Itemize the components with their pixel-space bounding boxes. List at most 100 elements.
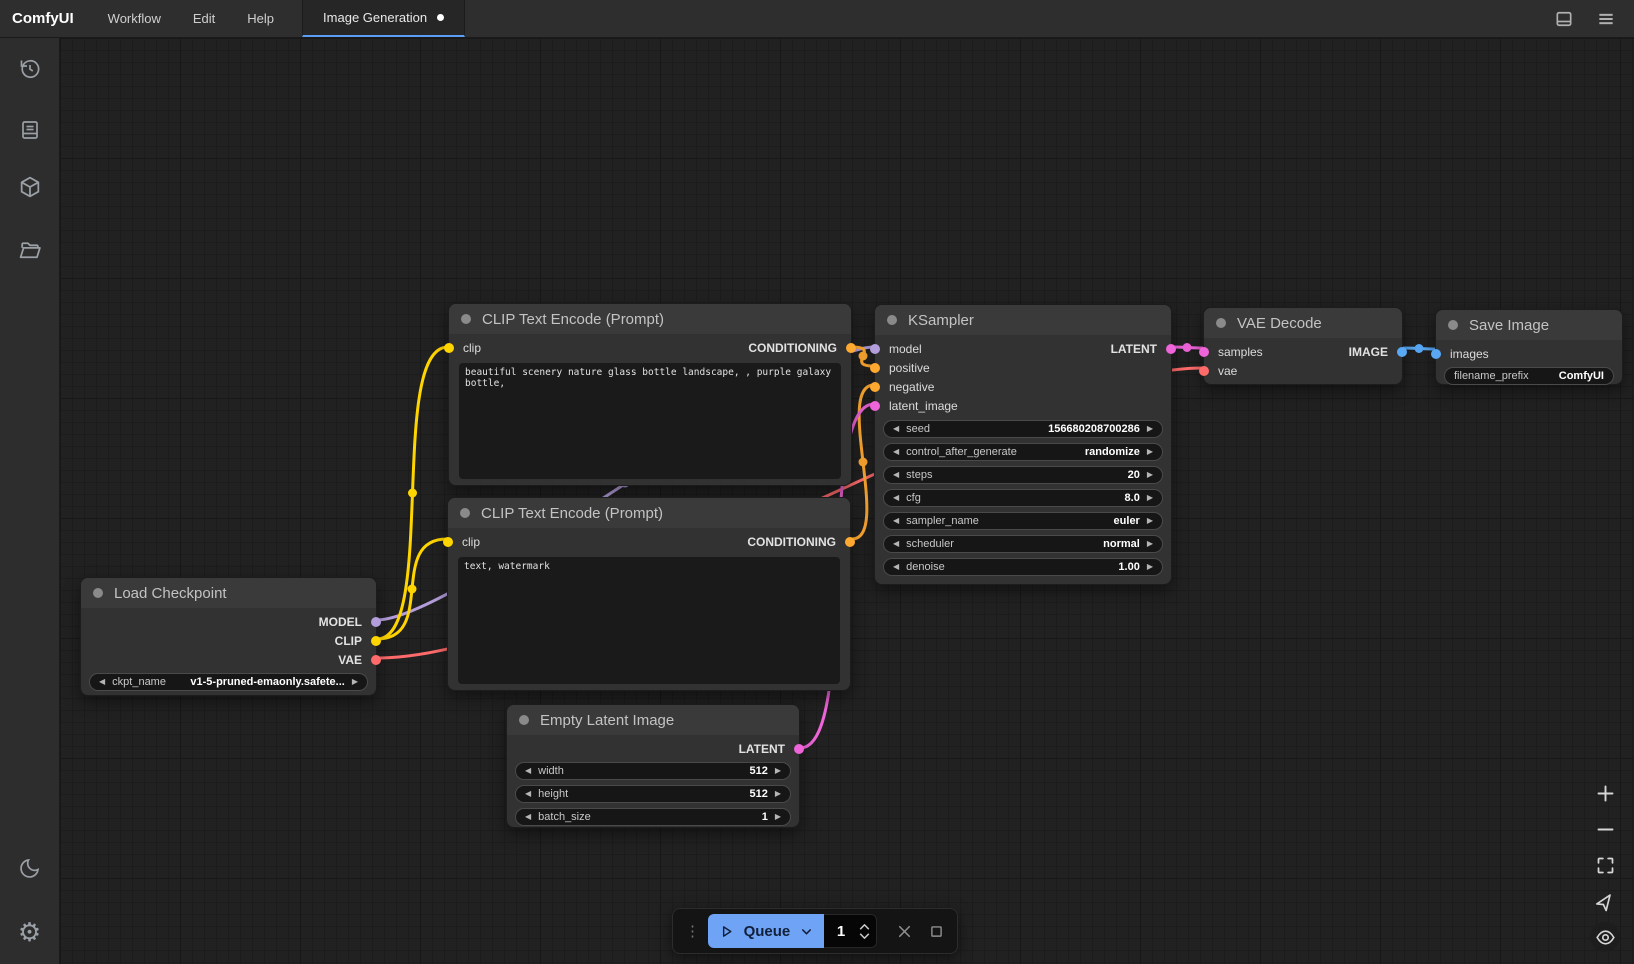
ckpt-name-widget[interactable]: ◀ ckpt_name v1-5-pruned-emaonly.safete..… bbox=[89, 673, 368, 691]
increment-arrow-icon[interactable]: ▶ bbox=[1147, 425, 1153, 433]
input-port-clip[interactable] bbox=[443, 537, 453, 547]
collapse-dot-icon[interactable] bbox=[1216, 318, 1226, 328]
input-port-clip[interactable] bbox=[444, 343, 454, 353]
queue-button[interactable]: Queue bbox=[708, 914, 824, 948]
batch-size-widget[interactable]: ◀ batch_size 1 ▶ bbox=[515, 808, 791, 826]
prompt-text-input[interactable]: beautiful scenery nature glass bottle la… bbox=[459, 363, 841, 479]
input-port-vae[interactable] bbox=[1199, 366, 1209, 376]
zoom-out-button[interactable] bbox=[1590, 814, 1620, 844]
theme-moon-icon[interactable] bbox=[18, 856, 42, 880]
increment-arrow-icon[interactable]: ▶ bbox=[1147, 471, 1153, 479]
increment-arrow-icon[interactable]: ▶ bbox=[352, 678, 358, 686]
node-empty-latent-image[interactable]: Empty Latent Image LATENT ◀ width 512 ▶ … bbox=[506, 704, 800, 828]
toggle-minimap-eye-button[interactable] bbox=[1590, 922, 1620, 952]
spinner-down-icon[interactable] bbox=[859, 933, 870, 939]
input-port-samples[interactable] bbox=[1199, 347, 1209, 357]
decrement-arrow-icon[interactable]: ◀ bbox=[893, 540, 899, 548]
input-port-images[interactable] bbox=[1431, 349, 1441, 359]
output-port-conditioning[interactable] bbox=[846, 343, 856, 353]
output-port-model[interactable] bbox=[371, 617, 381, 627]
history-icon[interactable] bbox=[18, 57, 42, 81]
node-clip-text-encode-negative[interactable]: CLIP Text Encode (Prompt) clip CONDITION… bbox=[447, 497, 851, 691]
node-library-icon[interactable] bbox=[17, 175, 42, 200]
spinner-up-icon[interactable] bbox=[859, 924, 870, 930]
height-widget[interactable]: ◀ height 512 ▶ bbox=[515, 785, 791, 803]
decrement-arrow-icon[interactable]: ◀ bbox=[893, 563, 899, 571]
node-title-bar[interactable]: KSampler bbox=[875, 305, 1171, 335]
collapse-dot-icon[interactable] bbox=[93, 588, 103, 598]
increment-arrow-icon[interactable]: ▶ bbox=[1147, 494, 1153, 502]
input-port-positive[interactable] bbox=[870, 363, 880, 373]
output-port-vae[interactable] bbox=[371, 655, 381, 665]
steps-widget[interactable]: ◀ steps 20 ▶ bbox=[883, 466, 1163, 484]
decrement-arrow-icon[interactable]: ◀ bbox=[525, 813, 531, 821]
output-port-conditioning[interactable] bbox=[845, 537, 855, 547]
node-clip-text-encode-positive[interactable]: CLIP Text Encode (Prompt) clip CONDITION… bbox=[448, 303, 852, 486]
output-port-latent[interactable] bbox=[794, 744, 804, 754]
increment-arrow-icon[interactable]: ▶ bbox=[1147, 563, 1153, 571]
control-after-generate-widget[interactable]: ◀ control_after_generate randomize ▶ bbox=[883, 443, 1163, 461]
prompt-text-input[interactable]: text, watermark bbox=[458, 557, 840, 684]
increment-arrow-icon[interactable]: ▶ bbox=[1147, 448, 1153, 456]
fit-view-button[interactable] bbox=[1590, 850, 1620, 880]
menu-hamburger-icon[interactable] bbox=[1596, 9, 1616, 29]
input-port-latent-image[interactable] bbox=[870, 401, 880, 411]
decrement-arrow-icon[interactable]: ◀ bbox=[525, 790, 531, 798]
port-row: vae bbox=[1204, 361, 1402, 380]
sampler-name-widget[interactable]: ◀ sampler_name euler ▶ bbox=[883, 512, 1163, 530]
cfg-widget[interactable]: ◀ cfg 8.0 ▶ bbox=[883, 489, 1163, 507]
menu-help[interactable]: Help bbox=[231, 0, 290, 37]
stop-icon[interactable] bbox=[928, 923, 945, 940]
decrement-arrow-icon[interactable]: ◀ bbox=[893, 517, 899, 525]
drag-handle-icon[interactable]: ⋮ bbox=[685, 922, 700, 940]
decrement-arrow-icon[interactable]: ◀ bbox=[893, 448, 899, 456]
menu-edit[interactable]: Edit bbox=[177, 0, 231, 37]
node-vae-decode[interactable]: VAE Decode samples IMAGE vae bbox=[1203, 307, 1403, 385]
decrement-arrow-icon[interactable]: ◀ bbox=[525, 767, 531, 775]
batch-count-spinner[interactable]: 1 bbox=[824, 914, 877, 948]
increment-arrow-icon[interactable]: ▶ bbox=[775, 790, 781, 798]
pan-mode-button[interactable] bbox=[1590, 886, 1620, 916]
workflows-folder-icon[interactable] bbox=[17, 238, 42, 263]
increment-arrow-icon[interactable]: ▶ bbox=[775, 813, 781, 821]
node-ksampler[interactable]: KSampler model LATENT positive negative bbox=[874, 304, 1172, 585]
node-title-bar[interactable]: Empty Latent Image bbox=[507, 705, 799, 735]
collapse-dot-icon[interactable] bbox=[1448, 320, 1458, 330]
increment-arrow-icon[interactable]: ▶ bbox=[1147, 517, 1153, 525]
increment-arrow-icon[interactable]: ▶ bbox=[775, 767, 781, 775]
bottom-panel-icon[interactable] bbox=[1554, 9, 1574, 29]
zoom-in-button[interactable] bbox=[1590, 778, 1620, 808]
node-graph-canvas[interactable]: Load Checkpoint MODEL CLIP VAE ◀ ckpt_na bbox=[60, 38, 1634, 964]
menu-workflow[interactable]: Workflow bbox=[92, 0, 177, 37]
clear-queue-icon[interactable] bbox=[895, 922, 914, 941]
increment-arrow-icon[interactable]: ▶ bbox=[1147, 540, 1153, 548]
tab-image-generation[interactable]: Image Generation bbox=[302, 0, 465, 37]
collapse-dot-icon[interactable] bbox=[519, 715, 529, 725]
node-title-bar[interactable]: CLIP Text Encode (Prompt) bbox=[449, 304, 851, 334]
scheduler-widget[interactable]: ◀ scheduler normal ▶ bbox=[883, 535, 1163, 553]
queue-log-icon[interactable] bbox=[18, 118, 42, 142]
input-port-model[interactable] bbox=[870, 344, 880, 354]
settings-gear-icon[interactable]: ⚙ bbox=[18, 919, 41, 945]
denoise-widget[interactable]: ◀ denoise 1.00 ▶ bbox=[883, 558, 1163, 576]
output-port-image[interactable] bbox=[1397, 347, 1407, 357]
node-save-image[interactable]: Save Image images filename_prefix ComfyU… bbox=[1435, 309, 1623, 385]
node-title-bar[interactable]: VAE Decode bbox=[1204, 308, 1402, 338]
input-port-negative[interactable] bbox=[870, 382, 880, 392]
decrement-arrow-icon[interactable]: ◀ bbox=[99, 678, 105, 686]
decrement-arrow-icon[interactable]: ◀ bbox=[893, 471, 899, 479]
collapse-dot-icon[interactable] bbox=[887, 315, 897, 325]
node-title-bar[interactable]: Save Image bbox=[1436, 310, 1622, 340]
output-port-clip[interactable] bbox=[371, 636, 381, 646]
decrement-arrow-icon[interactable]: ◀ bbox=[893, 494, 899, 502]
node-title-bar[interactable]: Load Checkpoint bbox=[81, 578, 376, 608]
collapse-dot-icon[interactable] bbox=[460, 508, 470, 518]
seed-widget[interactable]: ◀ seed 156680208700286 ▶ bbox=[883, 420, 1163, 438]
decrement-arrow-icon[interactable]: ◀ bbox=[893, 425, 899, 433]
node-title-bar[interactable]: CLIP Text Encode (Prompt) bbox=[448, 498, 850, 528]
filename-prefix-widget[interactable]: filename_prefix ComfyUI bbox=[1444, 367, 1614, 385]
collapse-dot-icon[interactable] bbox=[461, 314, 471, 324]
node-load-checkpoint[interactable]: Load Checkpoint MODEL CLIP VAE ◀ ckpt_na bbox=[80, 577, 377, 696]
output-port-latent[interactable] bbox=[1166, 344, 1176, 354]
width-widget[interactable]: ◀ width 512 ▶ bbox=[515, 762, 791, 780]
